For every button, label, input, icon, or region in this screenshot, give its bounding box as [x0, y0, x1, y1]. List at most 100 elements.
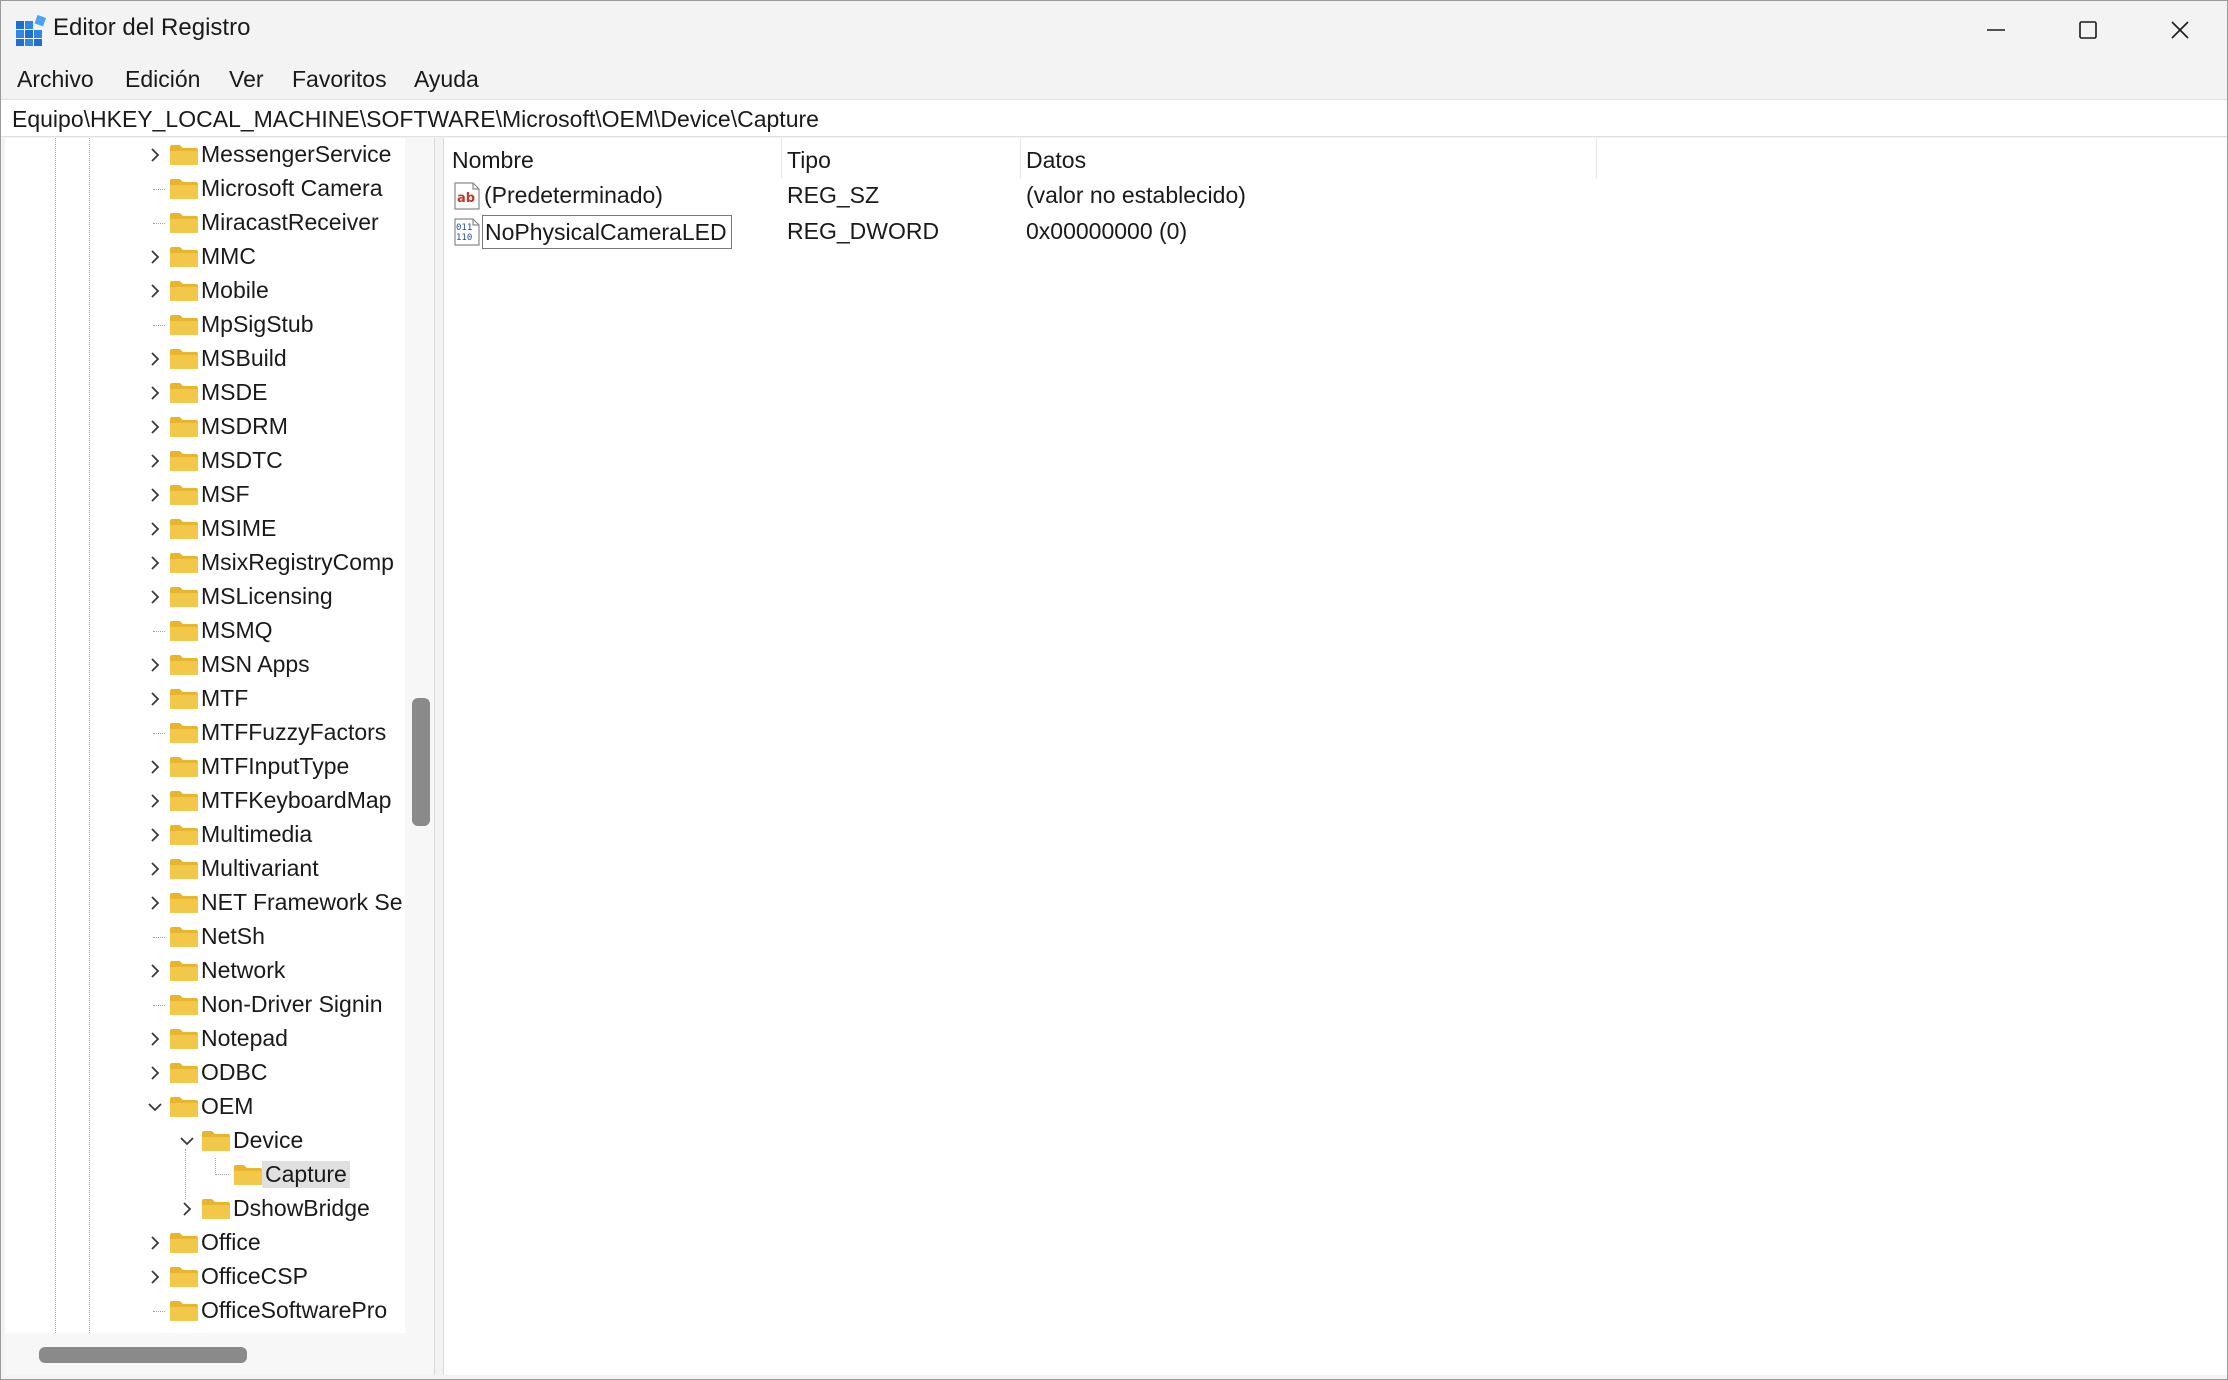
tree-item[interactable]: MSDRM [5, 410, 401, 444]
column-header-nombre[interactable]: Nombre [452, 138, 534, 178]
column-separator[interactable] [1596, 138, 1597, 178]
tree-item-label: MTF [201, 685, 249, 711]
tree-item[interactable]: ODBC [5, 1056, 401, 1090]
tree-item-label: Device [233, 1127, 304, 1153]
tree-item[interactable]: MSDE [5, 376, 401, 410]
key-tree-panel[interactable]: MessengerService Microsoft Camera Miracast… [5, 138, 435, 1375]
tree-horizontal-scroll-thumb[interactable] [39, 1347, 247, 1363]
folder-icon [170, 451, 198, 471]
tree-item[interactable]: MSIME [5, 512, 401, 546]
chevron-right-icon[interactable] [145, 451, 165, 471]
chevron-right-icon[interactable] [145, 1233, 165, 1253]
column-separator[interactable] [781, 138, 782, 178]
chevron-right-icon[interactable] [145, 791, 165, 811]
tree-item[interactable]: Capture [5, 1158, 401, 1192]
maximize-button[interactable] [2043, 1, 2133, 59]
chevron-right-icon[interactable] [177, 1199, 197, 1219]
chevron-right-icon[interactable] [145, 383, 165, 403]
tree-item[interactable]: MSN Apps [5, 648, 401, 682]
chevron-right-icon[interactable] [145, 587, 165, 607]
tree-item[interactable]: MSMQ [5, 614, 401, 648]
folder-icon [170, 689, 198, 709]
chevron-right-icon[interactable] [145, 417, 165, 437]
value-row[interactable]: 011 110 NoPhysicalCameraLED REG_DWORD 0x… [444, 214, 1444, 250]
chevron-right-icon[interactable] [145, 825, 165, 845]
tree-horizontal-scrollbar[interactable] [5, 1333, 434, 1375]
chevron-right-icon[interactable] [145, 519, 165, 539]
folder-icon [170, 553, 198, 573]
minimize-button[interactable] [1951, 1, 2041, 59]
tree-item[interactable]: DshowBridge [5, 1192, 401, 1226]
tree-item[interactable]: Mobile [5, 274, 401, 308]
maximize-icon [2079, 21, 2097, 39]
address-bar[interactable]: Equipo\HKEY_LOCAL_MACHINE\SOFTWARE\Micro… [1, 99, 2227, 137]
chevron-right-icon[interactable] [145, 281, 165, 301]
value-row[interactable]: ab (Predeterminado) REG_SZ (valor no est… [444, 178, 1444, 214]
tree-item[interactable]: MTFKeyboardMap [5, 784, 401, 818]
value-data: 0x00000000 (0) [1026, 218, 1188, 244]
column-separator[interactable] [1020, 138, 1021, 178]
tree-item-label: MSLicensing [201, 583, 333, 609]
tree-item[interactable]: MiracastReceiver [5, 206, 401, 240]
chevron-right-icon[interactable] [145, 859, 165, 879]
tree-item[interactable]: Multivariant [5, 852, 401, 886]
tree-item[interactable]: MTFInputType [5, 750, 401, 784]
close-button[interactable] [2135, 1, 2225, 59]
tree-item[interactable]: OEM [5, 1090, 401, 1124]
tree-item[interactable]: OfficeCSP [5, 1260, 401, 1294]
menu-ver[interactable]: Ver [227, 66, 266, 93]
value-name[interactable]: NoPhysicalCameraLED [482, 215, 732, 249]
chevron-right-icon[interactable] [145, 961, 165, 981]
chevron-down-icon[interactable] [177, 1131, 197, 1151]
tree-item[interactable]: Office [5, 1226, 401, 1260]
tree-vertical-scroll-thumb[interactable] [412, 698, 430, 826]
chevron-right-icon[interactable] [145, 349, 165, 369]
panel-splitter[interactable] [435, 138, 443, 1375]
tree-item[interactable]: Non-Driver Signin [5, 988, 401, 1022]
tree-item[interactable]: MSF [5, 478, 401, 512]
tree-item[interactable]: Notepad [5, 1022, 401, 1056]
tree-item[interactable]: Network [5, 954, 401, 988]
tree-item[interactable]: MsixRegistryComp [5, 546, 401, 580]
tree-item[interactable]: NET Framework Se [5, 886, 403, 920]
chevron-right-icon[interactable] [145, 247, 165, 267]
tree-item[interactable]: MMC [5, 240, 401, 274]
tree-vertical-scrollbar[interactable] [405, 138, 434, 1333]
chevron-right-icon[interactable] [145, 757, 165, 777]
column-header-datos[interactable]: Datos [1026, 138, 1086, 178]
value-name[interactable]: (Predeterminado) [482, 179, 667, 213]
tree-item[interactable]: MSBuild [5, 342, 401, 376]
chevron-right-icon[interactable] [145, 485, 165, 505]
menu-favoritos[interactable]: Favoritos [290, 66, 389, 93]
chevron-right-icon[interactable] [145, 655, 165, 675]
folder-icon [202, 1199, 230, 1219]
tree-item[interactable]: Microsoft Camera [5, 172, 401, 206]
tree-item[interactable]: MTFFuzzyFactors [5, 716, 401, 750]
tree-item[interactable]: MpSigStub [5, 308, 401, 342]
chevron-right-icon[interactable] [145, 145, 165, 165]
chevron-right-icon[interactable] [145, 1063, 165, 1083]
address-path[interactable]: Equipo\HKEY_LOCAL_MACHINE\SOFTWARE\Micro… [12, 106, 819, 133]
tree-item[interactable]: Device [5, 1124, 401, 1158]
tree-item[interactable]: MTF [5, 682, 401, 716]
values-list-panel[interactable]: Nombre Tipo Datos ab (Predeterminado) RE… [443, 138, 2227, 1375]
tree-item[interactable]: NetSh [5, 920, 401, 954]
chevron-right-icon[interactable] [145, 1267, 165, 1287]
tree-item[interactable]: MessengerService [5, 138, 401, 172]
tree-item[interactable]: OfficeSoftwarePro [5, 1294, 401, 1328]
tree-item[interactable]: MSDTC [5, 444, 401, 478]
chevron-right-icon[interactable] [145, 689, 165, 709]
menu-ayuda[interactable]: Ayuda [412, 66, 481, 93]
tree-item[interactable]: MSLicensing [5, 580, 401, 614]
tree-item[interactable]: Multimedia [5, 818, 401, 852]
menu-archivo[interactable]: Archivo [15, 66, 96, 93]
column-header-tipo[interactable]: Tipo [787, 138, 831, 178]
folder-icon [170, 349, 198, 369]
chevron-right-icon[interactable] [145, 893, 165, 913]
chevron-right-icon[interactable] [145, 1029, 165, 1049]
chevron-right-icon[interactable] [145, 553, 165, 573]
menu-edicion[interactable]: Edición [123, 66, 202, 93]
tree-item-label: MsixRegistryComp [201, 549, 394, 575]
chevron-down-icon[interactable] [145, 1097, 165, 1117]
folder-icon [170, 655, 198, 675]
